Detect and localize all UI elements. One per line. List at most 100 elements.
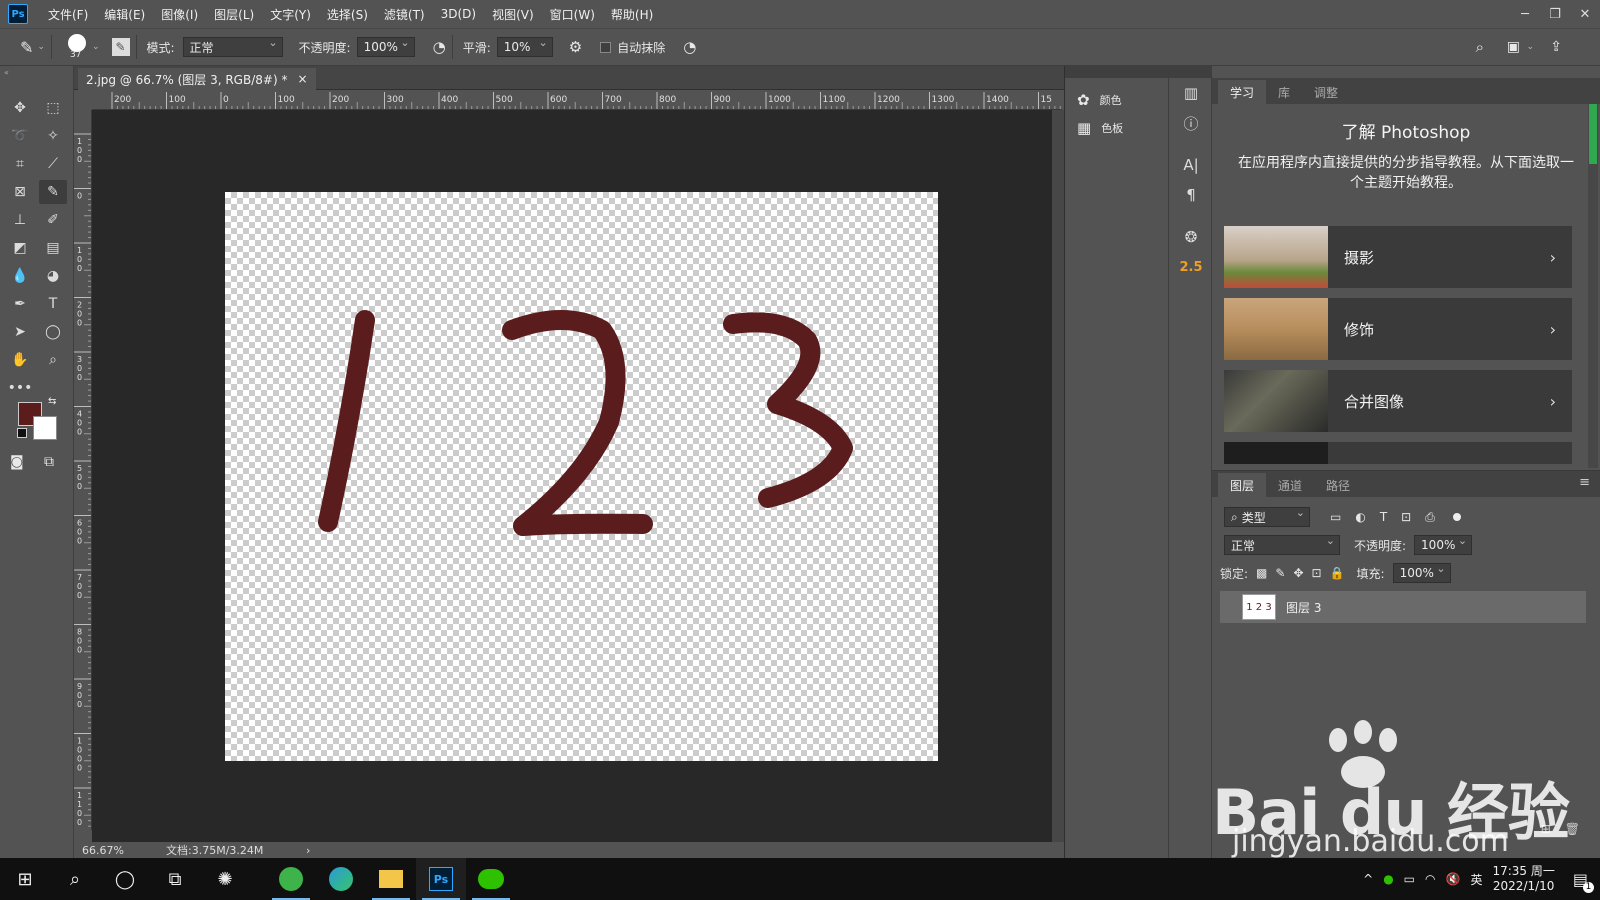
marquee-tool-icon[interactable]: ⬚ [39,96,67,120]
canvas-scrollbar[interactable] [1052,110,1064,842]
pen-tool-icon[interactable]: ✒ [6,292,34,316]
cortana-icon[interactable]: ◯ [100,858,150,900]
blend-mode-dropdown[interactable]: 正常 [1224,534,1340,555]
background-color-swatch[interactable] [33,416,57,440]
photoshop-taskbar-icon[interactable]: Ps [416,858,466,900]
move-tool-icon[interactable]: ✥ [6,96,34,120]
info-icon[interactable]: ⓘ [1169,108,1213,138]
minimize-icon[interactable]: ─ [1510,0,1540,28]
menu-layer[interactable]: 图层(L) [214,6,254,23]
frame-tool-icon[interactable]: ⊠ [6,180,34,204]
menu-help[interactable]: 帮助(H) [611,6,653,23]
new-layer-icon[interactable]: ⊞ [1541,822,1551,836]
learn-card-retouch[interactable]: 修饰 › [1224,298,1572,360]
screen-mode-icon[interactable]: ⧉ [44,454,54,470]
menu-type[interactable]: 文字(Y) [270,6,311,23]
lasso-tool-icon[interactable]: ➰ [6,124,34,148]
filter-pixel-icon[interactable]: ▭ [1330,510,1341,524]
mode-dropdown[interactable]: 正常 [182,36,283,57]
toolbar-collapse-handle[interactable]: « [4,68,9,77]
lock-all-icon[interactable]: 🔒 [1330,566,1345,580]
path-select-tool-icon[interactable]: ➤ [6,320,34,344]
status-menu-arrow[interactable]: › [306,844,310,857]
filter-shape-icon[interactable]: ⊡ [1401,510,1411,524]
canvas-workspace[interactable] [92,110,1052,842]
pressure-size-icon[interactable]: ◔ [683,38,696,56]
color-panel-button[interactable]: ✿ 颜色 [1065,86,1168,114]
dodge-tool-icon[interactable]: ◕ [39,264,67,288]
fill-dropdown[interactable]: 100% [1392,562,1451,583]
share-icon[interactable]: ⇪ [1550,39,1562,55]
menu-select[interactable]: 选择(S) [327,6,368,23]
brush-settings-icon[interactable]: ❂ [1169,222,1213,252]
paragraph-icon[interactable]: ¶ [1169,180,1213,210]
wechat-icon[interactable] [466,858,516,900]
photoshop-logo[interactable]: Ps [8,4,28,24]
crop-tool-icon[interactable]: ⌗ [6,152,34,176]
smooth-settings-gear-icon[interactable]: ⚙ [569,38,582,56]
network-icon[interactable]: ◠ [1425,872,1435,886]
more-tools-icon[interactable]: ••• [6,376,34,400]
menu-3d[interactable]: 3D(D) [441,7,476,21]
volume-mute-icon[interactable]: 🔇 [1446,872,1461,886]
tab-libraries[interactable]: 库 [1266,80,1302,104]
tab-adjustments[interactable]: 调整 [1302,80,1350,104]
learn-card-photography[interactable]: 摄影 › [1224,226,1572,288]
default-colors-icon[interactable] [17,428,27,438]
vertical-ruler[interactable]: 100010020030040050060070080090010001100 [74,110,92,830]
document-canvas[interactable] [225,192,938,761]
pencil-tool-preset-icon[interactable]: ✎ [20,38,33,57]
auto-erase-checkbox[interactable] [600,41,612,53]
search-icon[interactable]: ⌕ [50,858,100,900]
layer-row[interactable]: 1 2 3 图层 3 [1220,591,1586,623]
menu-file[interactable]: 文件(F) [48,6,88,23]
workspace-icon[interactable]: ▣ [1507,39,1520,55]
chevron-down-icon[interactable]: ⌄ [92,42,100,52]
ime-indicator[interactable]: 英 [1470,871,1482,888]
brush-size-picker[interactable]: 37 [64,32,90,62]
swatches-panel-button[interactable]: ▦ 色板 [1065,114,1168,142]
eraser-tool-icon[interactable]: ◩ [6,236,34,260]
lock-transparency-icon[interactable]: ▩ [1256,566,1267,580]
learn-card-combine[interactable]: 合并图像 › [1224,370,1572,432]
brush-settings-panel-icon[interactable]: ✎ [111,38,130,56]
close-tab-icon[interactable]: × [297,72,307,86]
pressure-opacity-icon[interactable]: ◔ [433,38,446,56]
chevron-down-icon[interactable]: ⌄ [37,42,45,52]
ellipse-tool-icon[interactable]: ◯ [39,320,67,344]
filter-toggle-icon[interactable] [1452,513,1461,521]
lock-artboard-icon[interactable]: ⊡ [1312,566,1322,580]
tab-layers[interactable]: 图层 [1218,473,1267,497]
filter-smart-object-icon[interactable]: ⎙ [1425,510,1435,525]
edge-browser-icon[interactable] [316,858,366,900]
learn-scrollbar[interactable] [1588,104,1598,468]
layer-filter-dropdown[interactable]: ⌕ 类型 [1224,506,1310,527]
file-explorer-icon[interactable] [366,858,416,900]
horizontal-ruler[interactable]: 200 100 0 100 200 300 400 500 600 700 800 900 1000 11… [92,92,1062,110]
notification-center-icon[interactable]: ▤ 1 [1573,870,1594,893]
menu-window[interactable]: 窗口(W) [550,6,595,23]
quick-mask-icon[interactable]: ◙ [10,454,24,470]
dock-header[interactable] [1065,66,1168,78]
tab-paths[interactable]: 路径 [1314,473,1362,497]
ruler-origin[interactable] [74,92,92,110]
restore-icon[interactable]: ❐ [1540,0,1570,28]
lock-pixels-icon[interactable]: ✎ [1275,566,1285,580]
layer-opacity-dropdown[interactable]: 100% [1414,534,1473,555]
wechat-tray-icon[interactable]: ● [1383,872,1393,886]
blur-tool-icon[interactable]: 💧 [6,264,34,288]
chevron-down-icon[interactable]: ⌄ [1526,42,1534,52]
tab-learn[interactable]: 学习 [1218,80,1267,104]
browser-360-icon[interactable] [266,858,316,900]
scroll-thumb[interactable] [1589,104,1597,164]
tab-channels[interactable]: 通道 [1266,473,1314,497]
eyedropper-tool-icon[interactable]: ⟋ [39,152,67,176]
delete-layer-icon[interactable]: 🗑 [1565,822,1580,836]
zoom-level[interactable]: 66.67% [82,844,166,857]
close-window-icon[interactable]: ✕ [1570,0,1600,28]
menu-image[interactable]: 图像(I) [161,6,198,23]
character-icon[interactable]: A| [1169,150,1213,180]
menu-edit[interactable]: 编辑(E) [104,6,145,23]
swap-colors-icon[interactable]: ⇆ [48,396,56,407]
brush-size-readout[interactable]: 2.5 [1169,252,1213,282]
